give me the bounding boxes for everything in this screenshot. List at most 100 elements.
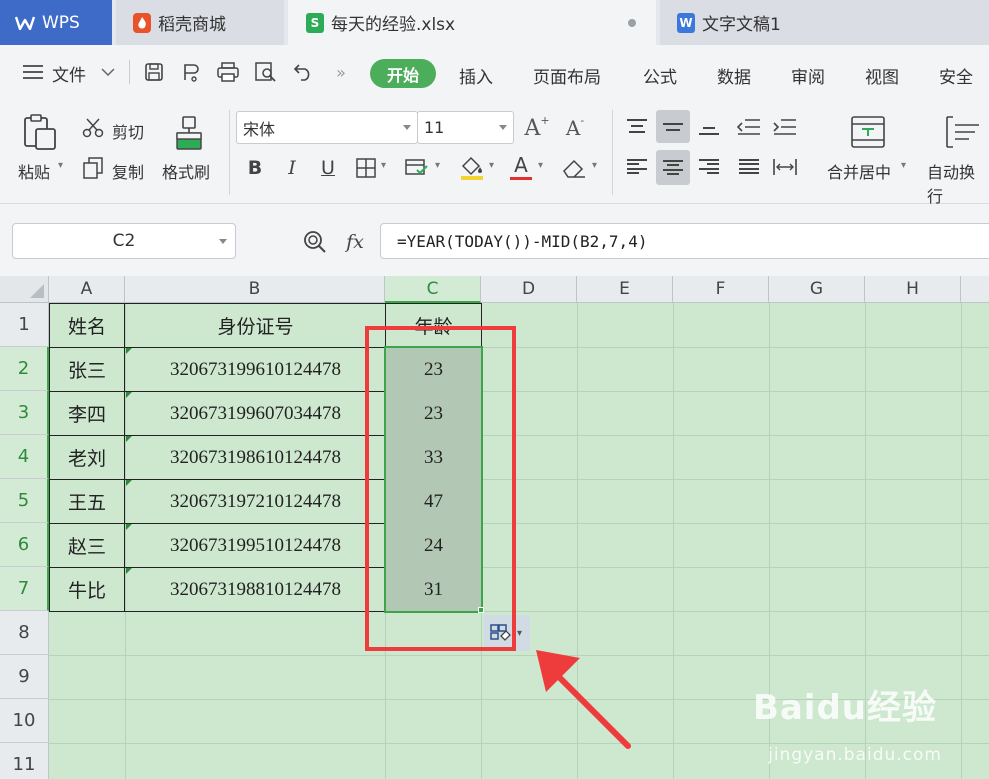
paste-dropdown-icon[interactable]: ▾ (58, 160, 63, 171)
format-painter-icon[interactable] (171, 113, 207, 153)
number-as-text-indicator-icon[interactable] (126, 524, 132, 530)
cell-a4[interactable]: 老刘 (50, 436, 124, 479)
cell-b6[interactable]: 320673199510124478 (126, 524, 385, 567)
increase-indent-icon[interactable] (768, 110, 802, 143)
name-box[interactable]: C2 (12, 223, 236, 259)
distribute-icon[interactable] (768, 150, 802, 183)
row-header-8[interactable]: 8 (0, 611, 49, 655)
bold-button[interactable]: B (243, 155, 267, 181)
cell-a6[interactable]: 赵三 (50, 524, 124, 567)
tab-daoke-store[interactable]: 稻壳商城 (116, 0, 284, 45)
column-header-b[interactable]: B (125, 276, 385, 303)
number-as-text-indicator-icon[interactable] (126, 348, 132, 354)
copy-button[interactable]: 复制 (112, 159, 144, 183)
row-header-7[interactable]: 7 (0, 567, 49, 611)
align-bottom-icon[interactable] (692, 110, 726, 143)
cell-b1[interactable]: 身份证号 (126, 304, 385, 347)
column-header-partial[interactable] (961, 276, 989, 303)
cell-a1[interactable]: 姓名 (50, 304, 124, 347)
cell-a5[interactable]: 王五 (50, 480, 124, 523)
font-name-select[interactable]: 宋体 (236, 111, 418, 144)
tab-page-layout[interactable]: 页面布局 (533, 63, 601, 88)
clear-format-dropdown-icon[interactable]: ▾ (592, 160, 597, 171)
format-painter-button[interactable]: 格式刷 (162, 159, 210, 183)
undo-icon[interactable] (292, 61, 314, 83)
font-color-icon[interactable]: A (508, 152, 534, 182)
column-header-a[interactable]: A (49, 276, 125, 303)
row-header-11[interactable]: 11 (0, 743, 49, 779)
tab-document[interactable]: W 文字文稿1 (660, 0, 989, 45)
chevron-down-icon[interactable] (97, 61, 119, 83)
column-header-g[interactable]: G (769, 276, 865, 303)
merge-center-icon[interactable] (848, 113, 888, 151)
number-as-text-indicator-icon[interactable] (126, 568, 132, 574)
paste-icon[interactable] (20, 112, 60, 152)
column-header-h[interactable]: H (865, 276, 961, 303)
merge-center-button[interactable]: 合并居中 (827, 159, 891, 183)
conditional-format-dropdown-icon[interactable]: ▾ (435, 160, 440, 171)
zoom-formula-icon[interactable] (302, 229, 328, 255)
cell-b2[interactable]: 320673199610124478 (126, 348, 385, 391)
auto-wrap-icon[interactable] (943, 113, 983, 151)
tab-start[interactable]: 开始 (370, 59, 436, 88)
insert-function-button[interactable]: fx (341, 229, 369, 255)
tab-wps-home[interactable]: WPS (0, 0, 112, 45)
cell-b3[interactable]: 320673199607034478 (126, 392, 385, 435)
copy-icon[interactable] (82, 157, 104, 179)
tab-review[interactable]: 审阅 (791, 63, 825, 88)
increase-font-icon[interactable]: A + (524, 114, 550, 141)
align-left-icon[interactable] (620, 150, 654, 183)
hamburger-menu-icon[interactable] (22, 61, 44, 83)
row-header-4[interactable]: 4 (0, 435, 49, 479)
row-header-5[interactable]: 5 (0, 479, 49, 523)
column-header-d[interactable]: D (481, 276, 577, 303)
auto-wrap-button[interactable]: 自动换行 (927, 159, 989, 207)
conditional-format-icon[interactable] (404, 156, 430, 180)
scissors-icon[interactable] (82, 117, 104, 139)
clear-format-icon[interactable] (560, 155, 588, 181)
row-header-3[interactable]: 3 (0, 391, 49, 435)
number-as-text-indicator-icon[interactable] (126, 392, 132, 398)
borders-icon[interactable] (354, 156, 378, 180)
select-all-corner[interactable] (0, 276, 49, 303)
spreadsheet-grid[interactable]: A B C D E F G H 1 2 3 4 5 6 7 8 9 10 11 … (0, 276, 989, 779)
tab-security[interactable]: 安全 (939, 63, 973, 88)
tab-data[interactable]: 数据 (717, 63, 751, 88)
borders-dropdown-icon[interactable]: ▾ (381, 160, 386, 171)
row-header-1[interactable]: 1 (0, 303, 49, 347)
number-as-text-indicator-icon[interactable] (126, 480, 132, 486)
more-commands-icon[interactable]: » (330, 61, 352, 83)
cell-b5[interactable]: 320673197210124478 (126, 480, 385, 523)
font-color-dropdown-icon[interactable]: ▾ (538, 160, 543, 171)
underline-button[interactable]: U (316, 155, 340, 181)
column-header-f[interactable]: F (673, 276, 769, 303)
cell-b7[interactable]: 320673198810124478 (126, 568, 385, 611)
tab-formula[interactable]: 公式 (643, 63, 677, 88)
print-preview-icon[interactable] (255, 61, 277, 83)
cell-a7[interactable]: 牛比 (50, 568, 124, 611)
decrease-indent-icon[interactable] (732, 110, 766, 143)
tab-view[interactable]: 视图 (865, 63, 899, 88)
justify-icon[interactable] (732, 150, 766, 183)
cell-b4[interactable]: 320673198610124478 (126, 436, 385, 479)
save-icon[interactable] (143, 61, 165, 83)
align-top-icon[interactable] (620, 110, 654, 143)
number-as-text-indicator-icon[interactable] (126, 436, 132, 442)
row-header-2[interactable]: 2 (0, 347, 49, 391)
align-middle-icon[interactable] (656, 110, 690, 143)
print-icon[interactable] (217, 61, 239, 83)
decrease-font-icon[interactable]: A- (562, 114, 588, 141)
export-pdf-icon[interactable] (180, 61, 202, 83)
column-header-c[interactable]: C (385, 276, 481, 303)
merge-center-dropdown-icon[interactable]: ▾ (901, 160, 906, 171)
font-size-select[interactable]: 11 (417, 111, 514, 144)
align-center-icon[interactable] (656, 150, 690, 185)
align-right-icon[interactable] (692, 150, 726, 183)
cut-button[interactable]: 剪切 (112, 119, 144, 143)
cell-a3[interactable]: 李四 (50, 392, 124, 435)
fill-color-icon[interactable] (458, 154, 486, 182)
cell-a2[interactable]: 张三 (50, 348, 124, 391)
formula-input[interactable]: =YEAR(TODAY())-MID(B2,7,4) (380, 223, 989, 259)
menu-file[interactable]: 文件 (52, 61, 86, 86)
row-header-10[interactable]: 10 (0, 699, 49, 743)
